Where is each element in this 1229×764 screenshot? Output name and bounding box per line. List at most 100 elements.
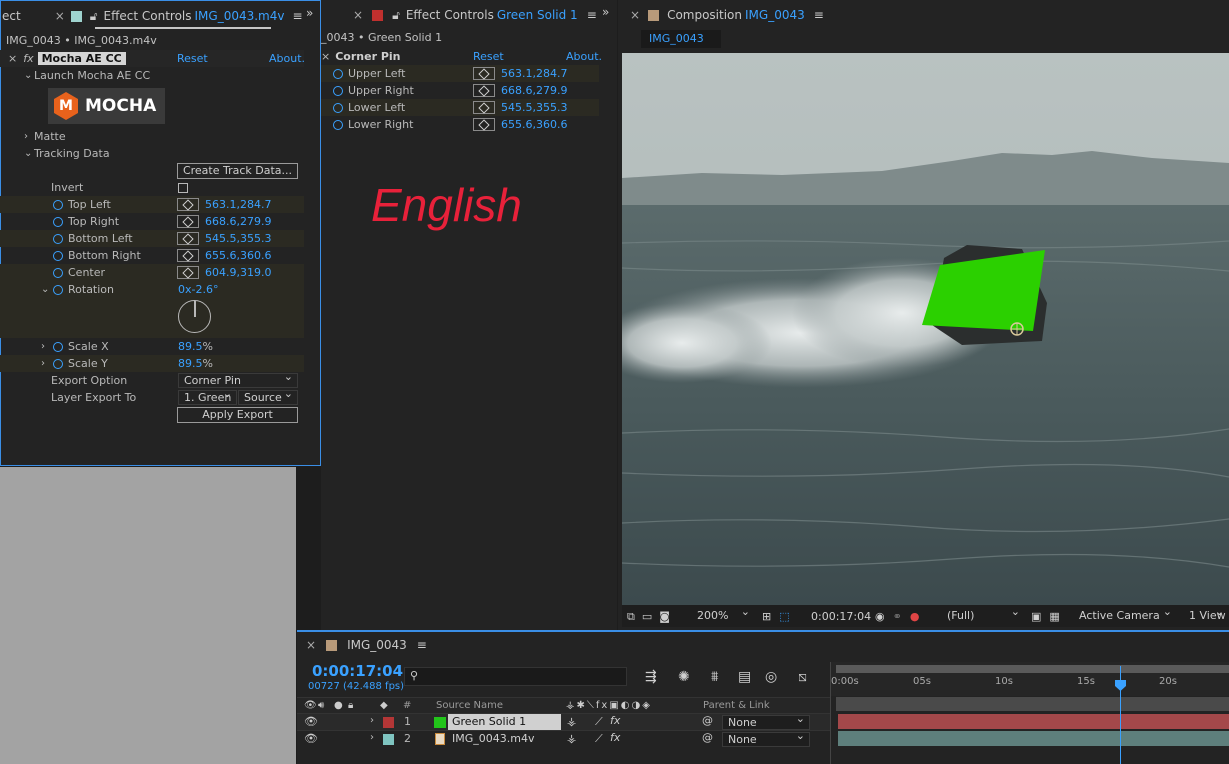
crosshair-icon[interactable]: [473, 118, 495, 131]
transparency-grid-icon[interactable]: ▦: [1049, 610, 1059, 623]
scale-x-value[interactable]: 89.5: [178, 340, 203, 353]
layer-row[interactable]: 👁︎ › 2 IMG_0043.m4v ⚶ ⟋ fx @ None: [297, 729, 830, 747]
view-layout-dropdown[interactable]: 1 View: [1183, 605, 1229, 623]
channels-icon[interactable]: ⚭: [893, 610, 902, 623]
shy-layers-icon[interactable]: ⩩: [711, 669, 718, 685]
launch-mocha-row[interactable]: ⌄ Launch Mocha AE CC: [0, 67, 150, 84]
camera-dropdown[interactable]: Active Camera: [1073, 605, 1177, 623]
close-effect-icon[interactable]: ×: [321, 50, 330, 63]
parent-dropdown[interactable]: None: [722, 729, 810, 747]
chevron-right-icon[interactable]: ›: [41, 341, 51, 352]
param-value[interactable]: 655.6,360.6: [205, 249, 271, 262]
fx-switch-icon[interactable]: fx: [610, 714, 620, 727]
chevron-right-icon[interactable]: ›: [370, 732, 380, 743]
param-value[interactable]: 563.1,284.7: [205, 198, 271, 211]
grid-icon[interactable]: ⊞: [762, 610, 771, 623]
param-value[interactable]: 668.6,279.9: [205, 215, 271, 228]
param-value[interactable]: 545.5,355.3: [501, 101, 567, 114]
stopwatch-icon[interactable]: [333, 102, 343, 113]
layer-name[interactable]: IMG_0043.m4v: [452, 732, 534, 745]
param-value[interactable]: 545.5,355.3: [205, 232, 271, 245]
chevron-right-icon[interactable]: ›: [41, 358, 51, 369]
invert-checkbox[interactable]: [178, 182, 188, 193]
export-option-dropdown[interactable]: Corner Pin: [178, 370, 298, 388]
effect-about[interactable]: About.: [566, 50, 602, 63]
crosshair-icon[interactable]: [177, 232, 199, 245]
collapse-switch-icon[interactable]: ⚶: [567, 732, 576, 745]
stopwatch-icon[interactable]: [53, 267, 63, 278]
layer-label-color[interactable]: [383, 717, 394, 728]
region-of-interest-icon[interactable]: ▣: [1031, 610, 1041, 623]
expand-panels-icon[interactable]: »: [306, 6, 313, 20]
chevron-down-icon[interactable]: ⌄: [24, 70, 34, 81]
stopwatch-icon[interactable]: [333, 68, 343, 79]
close-effect-icon[interactable]: ×: [8, 52, 17, 65]
lock-icon[interactable]: 🔓︎: [392, 8, 400, 23]
timeline-timecode[interactable]: 0:00:17:04: [312, 662, 403, 680]
stopwatch-icon[interactable]: [53, 233, 63, 244]
apply-export-button[interactable]: Apply Export: [177, 407, 298, 423]
composition-subtab[interactable]: IMG_0043: [641, 30, 721, 48]
pickwhip-icon[interactable]: @: [702, 731, 713, 744]
chevron-down-icon[interactable]: ⌄: [41, 284, 51, 295]
layer-export-dropdown[interactable]: 1. Green: [178, 390, 237, 405]
chevron-right-icon[interactable]: ›: [24, 131, 34, 142]
crosshair-icon[interactable]: [177, 266, 199, 279]
visibility-icon[interactable]: 👁︎: [304, 732, 318, 745]
expand-panels-icon[interactable]: »: [602, 5, 609, 19]
stopwatch-icon[interactable]: [333, 85, 343, 96]
panel2-tab[interactable]: × 🔓︎ Effect Controls Green Solid 1 ≡: [353, 0, 597, 30]
chevron-down-icon[interactable]: ⌄: [24, 148, 34, 159]
mask-visibility-icon[interactable]: ⬚: [779, 610, 789, 623]
layer-bar-footage[interactable]: [838, 731, 1229, 746]
always-preview-icon[interactable]: ⧉: [627, 610, 635, 624]
create-track-data-button[interactable]: Create Track Data...: [177, 163, 298, 179]
viewer-timecode[interactable]: 0:00:17:04: [811, 608, 871, 625]
rotation-value[interactable]: 0x-2.6°: [178, 283, 218, 296]
layer-source-dropdown[interactable]: Source: [238, 387, 298, 405]
timeline-tab[interactable]: × IMG_0043 ≡: [306, 631, 427, 659]
layer-label-color[interactable]: [383, 734, 394, 745]
camera-icon[interactable]: ◉: [875, 610, 885, 623]
comp-mini-flowchart-icon[interactable]: ⇶: [645, 669, 657, 685]
timeline-search-input[interactable]: ⚲: [404, 667, 627, 686]
param-value[interactable]: 668.6,279.9: [501, 84, 567, 97]
color-channels-icon[interactable]: ●: [910, 610, 920, 623]
layer-row[interactable]: 👁︎ › 1 Green Solid 1 ⚶ ⟋ fx @ None: [297, 712, 830, 730]
panel-menu-icon[interactable]: ≡: [814, 8, 824, 22]
lock-column-icon[interactable]: 🔒︎: [348, 700, 353, 711]
fx-icon[interactable]: fx: [23, 52, 33, 65]
lock-icon[interactable]: 🔓︎: [90, 9, 98, 24]
solo-icon[interactable]: ●: [334, 700, 343, 711]
rotation-dial[interactable]: [178, 300, 211, 333]
panel-menu-icon[interactable]: ≡: [417, 638, 427, 652]
close-icon[interactable]: ×: [630, 8, 640, 22]
crosshair-icon[interactable]: [473, 84, 495, 97]
stopwatch-icon[interactable]: [53, 341, 63, 352]
label-tag-icon[interactable]: ◆: [380, 700, 388, 711]
col-parent-link[interactable]: Parent & Link: [703, 700, 770, 711]
close-icon[interactable]: ×: [306, 638, 316, 652]
motion-blur-icon[interactable]: ◎: [765, 669, 777, 685]
layer-bar-green-solid[interactable]: [838, 714, 1229, 729]
param-value[interactable]: 563.1,284.7: [501, 67, 567, 80]
param-value[interactable]: 655.6,360.6: [501, 118, 567, 131]
corner-pin-name[interactable]: Corner Pin: [335, 50, 400, 63]
effect-reset[interactable]: Reset: [473, 50, 504, 63]
stopwatch-icon[interactable]: [53, 199, 63, 210]
effect-name[interactable]: Mocha AE CC: [37, 52, 126, 65]
composition-viewer[interactable]: [622, 53, 1229, 605]
effect-reset[interactable]: Reset: [177, 52, 208, 65]
zoom-dropdown[interactable]: 200%: [691, 605, 755, 623]
mocha-logo-button[interactable]: M MOCHA: [48, 88, 165, 124]
close-icon[interactable]: ×: [55, 9, 65, 23]
fx-switch-icon[interactable]: fx: [610, 731, 620, 744]
audio-icon[interactable]: 🔊︎: [318, 700, 324, 711]
resolution-dropdown[interactable]: (Full): [941, 605, 1025, 623]
layer-name[interactable]: Green Solid 1: [448, 714, 561, 730]
crosshair-icon[interactable]: [473, 101, 495, 114]
scale-y-value[interactable]: 89.5: [178, 357, 203, 370]
collapse-switch-icon[interactable]: ⚶: [567, 715, 576, 728]
visibility-icon[interactable]: 👁︎: [304, 715, 318, 728]
composition-tab[interactable]: × Composition IMG_0043 ≡: [630, 0, 824, 30]
